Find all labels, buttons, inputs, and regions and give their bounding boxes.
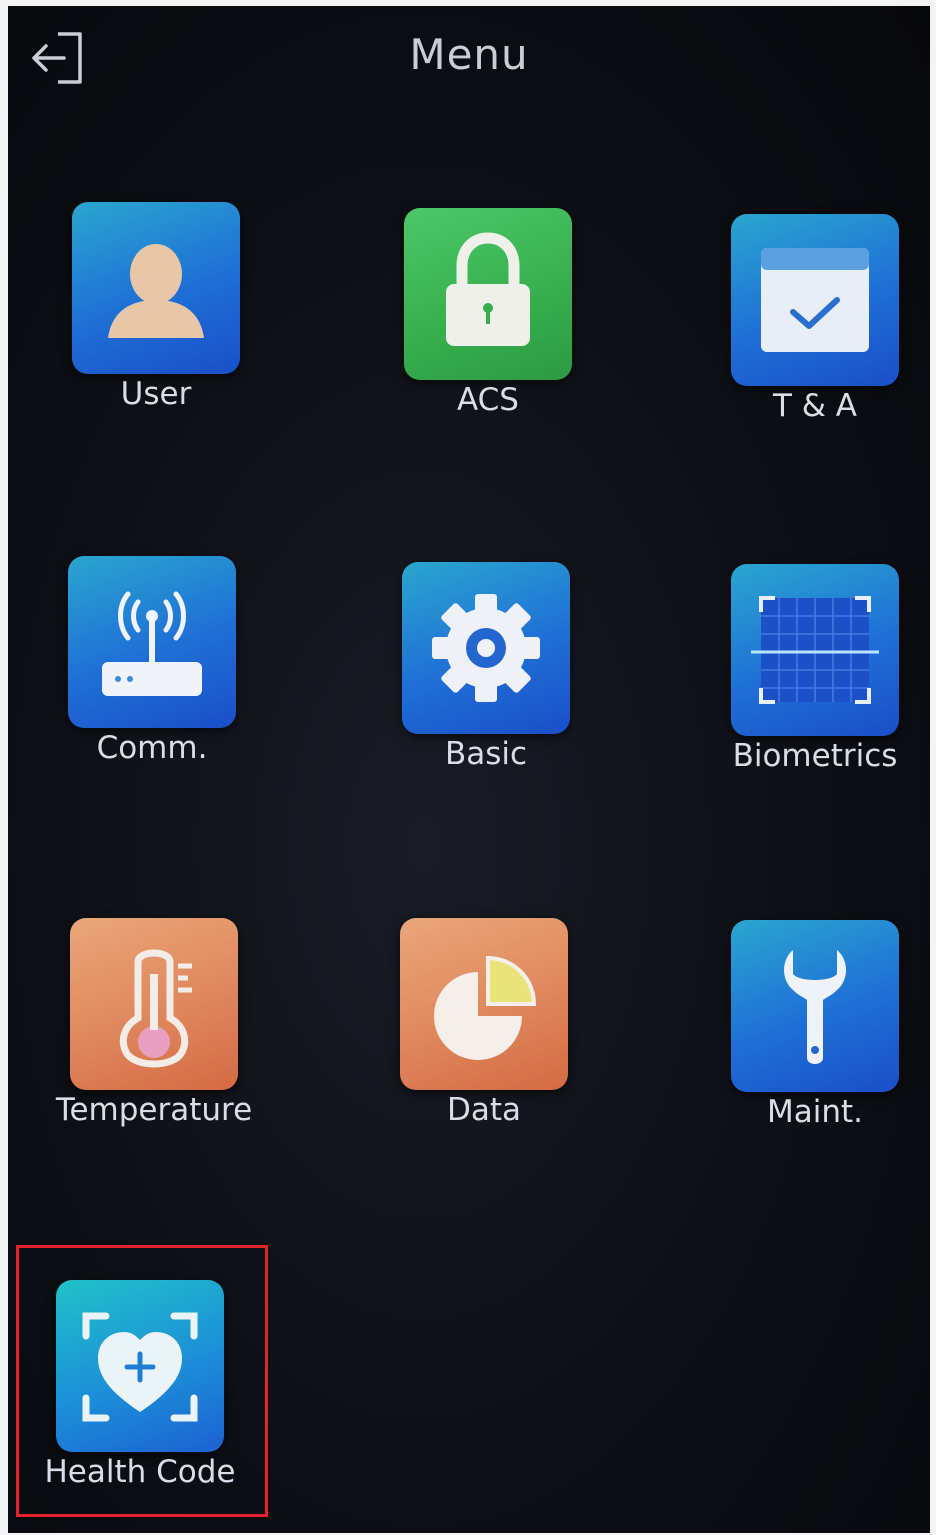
menu-item-label: Basic: [444, 736, 528, 772]
menu-item-comm[interactable]: Comm.: [42, 556, 262, 796]
menu-item-icon-box: [72, 202, 240, 374]
menu-item-label: Comm.: [96, 730, 208, 766]
router-icon: [102, 591, 202, 696]
menu-item-user[interactable]: User: [46, 202, 266, 442]
menu-item-acs[interactable]: ACS: [378, 208, 598, 448]
menu-item-label: User: [120, 376, 192, 412]
wrench-icon: [784, 950, 846, 1064]
scan-grid-icon: [751, 596, 879, 704]
menu-item-icon-box: [68, 556, 236, 728]
menu-item-ta[interactable]: T & A: [705, 214, 925, 454]
menu-item-icon-box: [70, 918, 238, 1090]
menu-item-label: Maint.: [766, 1094, 863, 1130]
menu-item-label: ACS: [457, 382, 519, 418]
menu-item-icon-box: [404, 208, 572, 380]
menu-item-label: Data: [446, 1092, 522, 1128]
menu-item-basic[interactable]: Basic: [376, 562, 596, 802]
menu-item-icon-box: [402, 562, 570, 734]
selection-highlight: [16, 1245, 268, 1517]
menu-item-data[interactable]: Data: [374, 918, 594, 1158]
lock-icon: [446, 232, 530, 346]
calendar-check-icon: [761, 248, 869, 352]
thermometer-icon: [119, 949, 192, 1068]
menu-item-temperature[interactable]: Temperature: [44, 918, 264, 1158]
menu-item-label: Biometrics: [732, 738, 898, 774]
page-title: Menu: [409, 30, 529, 79]
menu-item-icon-box: [400, 918, 568, 1090]
menu-item-icon-box: [731, 214, 899, 386]
menu-item-icon-box: [731, 564, 899, 736]
user-icon: [108, 244, 204, 338]
menu-item-label: T & A: [772, 388, 858, 424]
pie-chart-icon: [434, 955, 537, 1060]
menu-item-icon-box: [731, 920, 899, 1092]
menu-item-biometrics[interactable]: Biometrics: [705, 564, 925, 804]
menu-item-maint[interactable]: Maint.: [705, 920, 925, 1160]
device-screen: Menu User ACS T & A Comm. Basic Biometri…: [8, 6, 930, 1533]
gear-icon: [432, 594, 540, 702]
menu-item-label: Temperature: [55, 1092, 253, 1128]
device-frame: Menu User ACS T & A Comm. Basic Biometri…: [0, 0, 936, 1535]
